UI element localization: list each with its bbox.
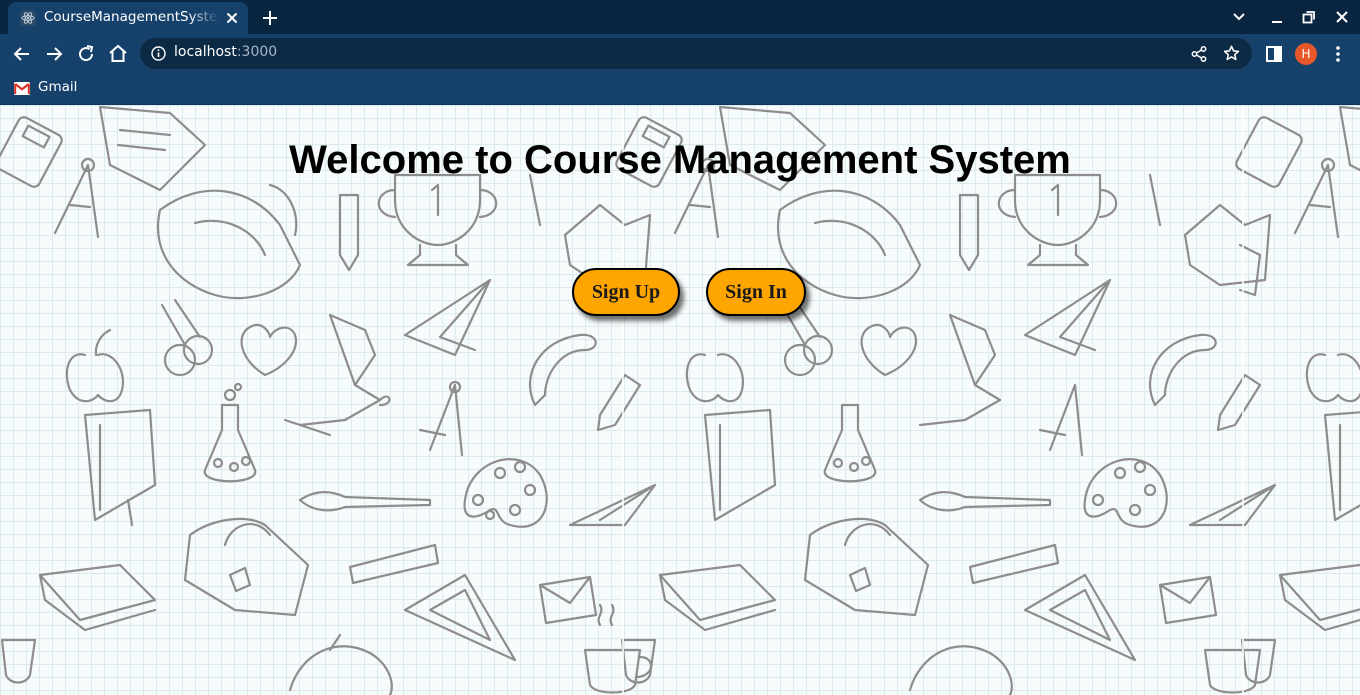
share-icon[interactable]	[1190, 45, 1208, 63]
bookmarks-bar: Gmail	[0, 72, 1360, 105]
avatar-initial: H	[1301, 47, 1310, 61]
reload-icon[interactable]	[74, 42, 98, 66]
forward-icon[interactable]	[42, 42, 66, 66]
page-background: Welcome to Course Management System Sign…	[0, 105, 1360, 695]
sign-up-button[interactable]: Sign Up	[572, 268, 680, 316]
restore-icon[interactable]	[1299, 7, 1319, 27]
tab-search-chevron-icon[interactable]	[1229, 7, 1249, 27]
browser-menu-icon[interactable]	[1326, 42, 1350, 66]
page-title: Welcome to Course Management System	[289, 138, 1071, 182]
site-info-icon[interactable]	[150, 45, 167, 62]
bookmark-label: Gmail	[38, 79, 78, 95]
address-bar[interactable]: localhost:3000	[140, 38, 1252, 69]
browser-titlebar: CourseManagementSystem	[0, 0, 1360, 34]
react-favicon-icon	[20, 10, 36, 26]
doodle-tile-1	[0, 105, 657, 695]
close-tab-icon[interactable]	[222, 8, 242, 28]
tab-title: CourseManagementSystem	[44, 9, 220, 25]
home-icon[interactable]	[106, 42, 130, 66]
bookmark-star-icon[interactable]	[1222, 44, 1241, 63]
minimize-icon[interactable]	[1267, 7, 1287, 27]
url-host: localhost	[174, 44, 237, 60]
doodle-tile-2	[615, 105, 1277, 695]
sign-in-button[interactable]: Sign In	[706, 268, 806, 316]
browser-toolbar: localhost:3000 H	[0, 34, 1360, 72]
browser-tab[interactable]: CourseManagementSystem	[8, 2, 248, 34]
side-panel-icon[interactable]	[1262, 42, 1286, 66]
url-port: :3000	[236, 44, 278, 60]
close-window-icon[interactable]	[1332, 7, 1352, 27]
gmail-icon	[14, 82, 30, 95]
new-tab-icon[interactable]	[258, 6, 282, 30]
profile-avatar[interactable]: H	[1294, 42, 1318, 66]
school-doodles-background	[0, 105, 1360, 695]
back-icon[interactable]	[10, 42, 34, 66]
url-text[interactable]: localhost:3000	[174, 44, 277, 60]
